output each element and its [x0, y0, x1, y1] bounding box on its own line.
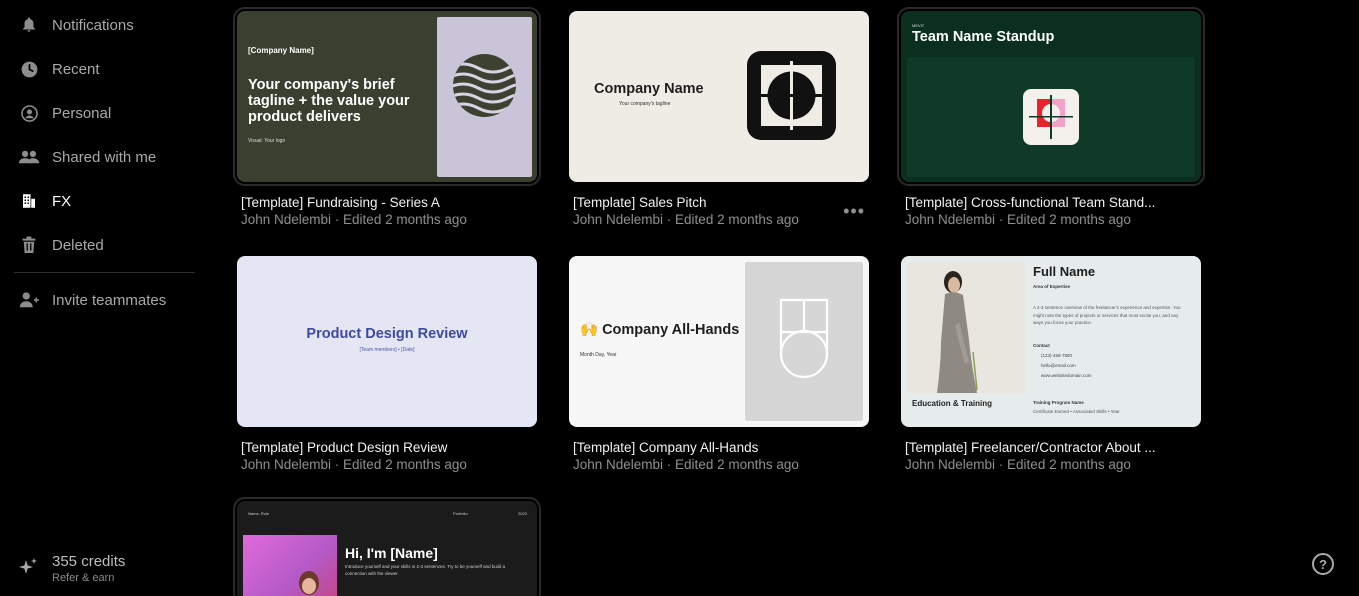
thumb-intro: Introduce yourself and your skills in 2-…: [345, 564, 506, 576]
card-title[interactable]: [Template] Freelancer/Contractor About .…: [905, 440, 1156, 455]
sidebar-item-recent[interactable]: Recent: [0, 49, 200, 89]
presentation-card-fundraising[interactable]: [Company Name] Your company's brief tagl…: [233, 7, 541, 227]
thumb-visual: Visual: Your logo: [248, 138, 286, 144]
thumb-program: Training Program Name: [1033, 400, 1084, 405]
thumb-year: 2023: [518, 511, 527, 516]
thumb-name-role: Name, Role: [248, 511, 270, 516]
credits[interactable]: 355 credits Refer & earn: [0, 548, 200, 588]
thumb-panel: [907, 57, 1195, 177]
presentation-card-standup[interactable]: MEVIT Team Name Standup [Template] Cross…: [897, 7, 1205, 227]
thumb-title: Product Design Review: [306, 326, 468, 342]
card-thumbnail[interactable]: Company Name Your company's tagline: [569, 11, 869, 182]
thumb-portfolio: Portfolio: [453, 511, 468, 516]
card-title[interactable]: [Template] Cross-functional Team Stand..…: [905, 195, 1155, 210]
thumb-phone: (123)-456-7890: [1041, 353, 1073, 358]
help-button[interactable]: ?: [1312, 553, 1334, 575]
card-thumbnail[interactable]: Education & Training Full Name Area of E…: [901, 256, 1201, 427]
building-icon: [18, 190, 40, 212]
thumb-subtitle: [Team members] • [Date]: [359, 347, 415, 353]
card-meta: John Ndelembi · Edited 2 months ago: [905, 457, 1131, 472]
thumb-hi: Hi, I'm [Name]: [345, 545, 438, 561]
invite-teammates-button[interactable]: Invite teammates: [0, 280, 200, 320]
company-logo-icon: [747, 51, 836, 140]
thumb-cert: Certificate Earned • Associated Skills •…: [1033, 409, 1120, 414]
thumb-tagline: Your company's brief tagline + the value…: [248, 77, 410, 125]
card-thumbnail[interactable]: 🙌 Company All-Hands Month Day, Year: [569, 256, 869, 427]
sidebar-divider: [14, 272, 195, 273]
presentation-card-portfolio[interactable]: Name, Role Portfolio 2023 Hi, I'm [Name]…: [233, 497, 541, 596]
sidebar-item-fx[interactable]: FX: [0, 181, 200, 221]
sidebar-item-label: Recent: [52, 60, 100, 78]
thumb-area: Area of Expertise: [1033, 284, 1071, 289]
people-icon: [18, 146, 40, 168]
sidebar-item-label: Shared with me: [52, 148, 157, 166]
refer-earn-link[interactable]: Refer & earn: [52, 572, 114, 584]
thumb-contact: Contact: [1033, 343, 1050, 348]
credits-count: 355 credits: [52, 553, 126, 570]
thumb-education: Education & Training: [912, 399, 993, 408]
thumb-title: Team Name Standup: [912, 29, 1055, 45]
sidebar: Notifications Recent Personal Shared wit…: [0, 0, 210, 596]
sidebar-item-label: Deleted: [52, 236, 104, 254]
sidebar-item-deleted[interactable]: Deleted: [0, 225, 200, 265]
presentation-card-all-hands[interactable]: 🙌 Company All-Hands Month Day, Year [Tem…: [569, 256, 869, 472]
card-thumbnail[interactable]: Name, Role Portfolio 2023 Hi, I'm [Name]…: [233, 497, 541, 596]
sidebar-item-label: FX: [52, 192, 72, 210]
sidebar-item-notifications[interactable]: Notifications: [0, 5, 200, 45]
card-meta: John Ndelembi · Edited 2 months ago: [573, 457, 799, 472]
standup-logo-icon: [1023, 89, 1079, 145]
thumb-company: [Company Name]: [248, 46, 314, 55]
portrait-photo: [243, 535, 337, 596]
card-meta: John Ndelembi · Edited 2 months ago: [573, 212, 799, 227]
person-circle-icon: [18, 102, 40, 124]
thumb-tagline: Your company's tagline: [619, 101, 671, 107]
wave-logo-icon: [453, 54, 516, 117]
sidebar-item-shared[interactable]: Shared with me: [0, 137, 200, 177]
card-meta: John Ndelembi · Edited 2 months ago: [241, 457, 467, 472]
thumb-date: Month Day, Year: [580, 352, 617, 358]
card-title[interactable]: [Template] Sales Pitch: [573, 195, 707, 210]
sparkle-icon: [16, 556, 40, 585]
card-thumbnail[interactable]: [Company Name] Your company's brief tagl…: [233, 7, 541, 186]
sidebar-item-label: Notifications: [52, 16, 134, 34]
thumb-small-label: MEVIT: [912, 23, 925, 28]
card-meta: John Ndelembi · Edited 2 months ago: [241, 212, 467, 227]
invite-label: Invite teammates: [52, 291, 167, 309]
more-options-button[interactable]: •••: [843, 201, 865, 222]
thumb-email: hello@email.com: [1041, 363, 1076, 368]
bell-icon: [18, 14, 40, 36]
thumb-image-panel: [437, 17, 532, 177]
sidebar-item-label: Personal: [52, 104, 112, 122]
portrait-photo: [907, 262, 1025, 393]
card-title[interactable]: [Template] Fundraising - Series A: [241, 195, 440, 210]
card-meta: John Ndelembi · Edited 2 months ago: [905, 212, 1131, 227]
card-title[interactable]: [Template] Company All-Hands: [573, 440, 758, 455]
card-thumbnail[interactable]: Product Design Review [Team members] • […: [237, 256, 537, 427]
presentation-card-design-review[interactable]: Product Design Review [Team members] • […: [237, 256, 537, 472]
clock-icon: [18, 58, 40, 80]
thumb-site: www.websitedomain.com: [1041, 373, 1092, 378]
trash-icon: [18, 234, 40, 256]
thumb-paragraph: A 2-3 sentence overview of the freelance…: [1033, 305, 1181, 325]
card-thumbnail[interactable]: MEVIT Team Name Standup: [897, 7, 1205, 186]
thumb-name: Full Name: [1033, 264, 1096, 279]
thumb-company: Company Name: [594, 81, 704, 97]
sidebar-item-personal[interactable]: Personal: [0, 93, 200, 133]
arch-logo-icon: [779, 298, 829, 379]
add-person-icon: [18, 289, 40, 311]
card-title[interactable]: [Template] Product Design Review: [241, 440, 447, 455]
presentation-card-sales-pitch[interactable]: Company Name Your company's tagline [Tem…: [569, 11, 869, 227]
thumb-title: 🙌 Company All-Hands: [580, 322, 740, 338]
thumb-image-panel: [745, 262, 863, 421]
presentation-card-freelancer[interactable]: Education & Training Full Name Area of E…: [901, 256, 1201, 472]
